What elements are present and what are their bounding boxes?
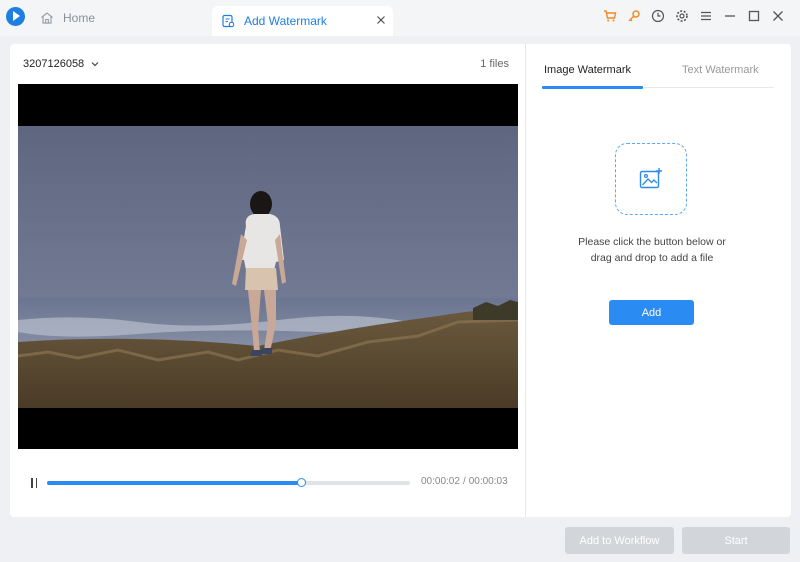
add-button[interactable]: Add (609, 300, 694, 325)
video-frame (18, 126, 518, 408)
minimize-icon[interactable] (718, 6, 742, 26)
tab-home-label: Home (63, 11, 96, 25)
chevron-down-icon (91, 62, 99, 67)
preview-panel: 3207126058 1 files 00:00:02 / 00:00:03 (10, 44, 526, 517)
file-name: 3207126058 (23, 58, 85, 70)
main-panel: 3207126058 1 files 00:00:02 / 00:00:03 I… (10, 44, 791, 517)
pause-icon-bar (35, 478, 37, 488)
image-drop-zone[interactable] (615, 143, 687, 215)
progress-bar[interactable] (47, 478, 410, 487)
progress-handle[interactable] (297, 478, 307, 487)
clock-icon[interactable] (646, 6, 670, 26)
drop-text-line-1: Please click the button below or (578, 236, 726, 248)
pause-icon-bar (31, 478, 33, 488)
maximize-icon[interactable] (742, 6, 766, 26)
tab-home[interactable]: Home (32, 0, 152, 36)
watermark-icon (222, 14, 235, 28)
time-separator: / (462, 476, 466, 487)
video-preview[interactable] (18, 84, 518, 449)
total-time: 00:00:03 (468, 476, 508, 487)
tab-add-watermark-label: Add Watermark (244, 14, 327, 28)
cart-icon[interactable] (598, 6, 622, 26)
drop-text-line-2: drag and drop to add a file (590, 252, 714, 264)
menu-icon[interactable] (694, 6, 718, 26)
current-time: 00:00:02 (421, 476, 460, 487)
add-image-icon (639, 168, 662, 189)
key-icon[interactable] (622, 6, 646, 26)
tab-text-watermark[interactable]: Text Watermark (682, 64, 759, 76)
gear-icon[interactable] (670, 6, 694, 26)
file-selector[interactable]: 3207126058 (23, 58, 100, 70)
add-to-workflow-button[interactable]: Add to Workflow (565, 527, 674, 554)
drop-instructions: Please click the button below or drag an… (547, 234, 757, 266)
title-bar: Home Add Watermark (0, 0, 800, 36)
file-count: 1 files (480, 58, 509, 70)
active-tab-indicator (542, 86, 643, 89)
watermark-panel: Image Watermark Text Watermark Please cl… (527, 44, 791, 517)
window-controls (598, 0, 790, 32)
tab-close-icon[interactable] (375, 14, 387, 26)
start-button[interactable]: Start (682, 527, 790, 554)
pause-button[interactable] (27, 476, 41, 490)
time-display: 00:00:02 / 00:00:03 (421, 476, 508, 487)
app-logo (6, 7, 25, 26)
home-icon (41, 12, 53, 24)
progress-fill (47, 481, 302, 485)
close-icon[interactable] (766, 6, 790, 26)
tab-add-watermark[interactable]: Add Watermark (212, 6, 393, 36)
tab-image-watermark[interactable]: Image Watermark (544, 64, 631, 76)
